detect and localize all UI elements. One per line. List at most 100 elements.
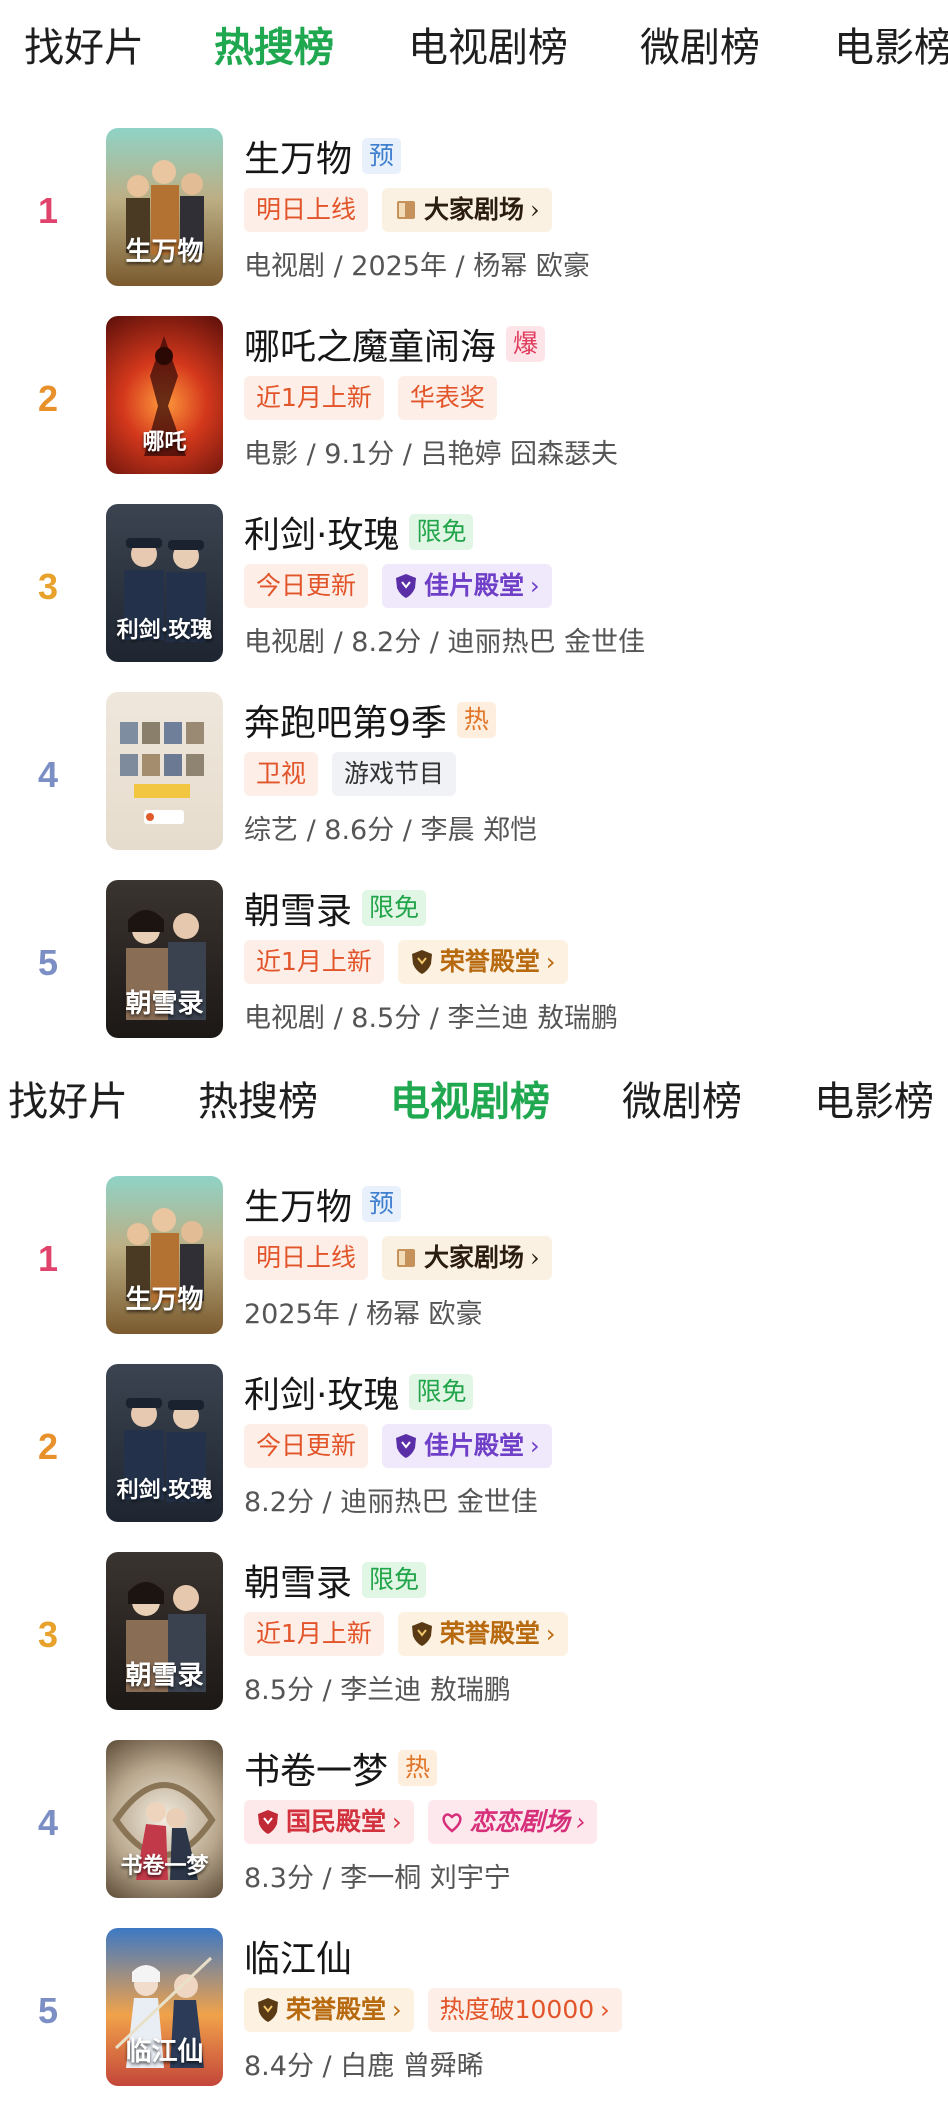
award-tag: 华表奖 [397,376,497,420]
item-title[interactable]: 临江仙 [244,1930,352,1982]
list-item[interactable]: 3 利剑·玫瑰 利剑·玫瑰 限免 今日更新 佳片殿堂 › 电视剧 / 8.2分 /… [0,504,948,692]
poster-caption: 书卷一梦 [120,1853,209,1879]
list-item[interactable]: 4 书卷一梦 书卷一梦 热 国民殿堂 › 恋恋剧场 › 8.3分 / 李一桐 刘宇宁 [0,1740,948,1928]
chevron-right-icon: › [530,1432,540,1460]
poster-image[interactable]: 利剑·玫瑰 [106,1364,223,1522]
theater-tag[interactable]: 荣誉殿堂 › [397,1612,568,1656]
poster-caption: 利剑·玫瑰 [116,1477,213,1503]
rank-number: 5 [37,1990,59,2031]
tab-bar: 找好片 热搜榜 电视剧榜 微剧榜 电影榜 [0,0,948,100]
status-badge: 限免 [362,890,427,926]
theater-tag[interactable]: 恋恋剧场 › [427,1800,598,1844]
tab-hot-search[interactable]: 热搜榜 [214,28,334,68]
rank-number: 2 [37,378,59,419]
status-badge: 预 [362,1186,402,1222]
tab-tv-series[interactable]: 电视剧榜 [408,28,568,68]
item-title[interactable]: 奔跑吧第9季 [244,694,447,746]
tag-label: 明日上线 [244,188,369,232]
poster-image[interactable]: 临江仙 [106,1928,223,2086]
theater-tag[interactable]: 佳片殿堂 › [382,1424,552,1468]
poster-image[interactable]: 书卷一梦 [106,1740,223,1898]
item-title[interactable]: 哪吒之魔童闹海 [244,318,496,370]
theater-tag[interactable]: 大家剧场 › [382,1236,552,1280]
list-item[interactable]: 5 朝雪录 朝雪录 限免 近1月上新 荣誉殿堂 › 电视剧 / 8.5分 / 李兰… [0,880,948,1068]
poster-image[interactable]: 哪吒 [106,316,223,474]
heat-tag[interactable]: 热度破10000 › [427,1988,622,2032]
rank-number: 1 [37,1238,59,1279]
item-meta: 电视剧 / 8.2分 / 迪丽热巴 金世佳 [244,627,646,658]
poster-image[interactable]: 生万物 [106,1176,223,1334]
chevron-right-icon: › [530,572,540,600]
item-title[interactable]: 朝雪录 [244,1554,352,1606]
status-badge: 限免 [409,1374,474,1410]
item-title[interactable]: 生万物 [244,1178,352,1230]
poster-image[interactable]: 生万物 [106,128,223,286]
poster-image[interactable]: 利剑·玫瑰 [106,504,223,662]
list-item[interactable]: 4 奔跑吧第9季 热 卫视 游戏节目 综艺 / 8.6分 / 李晨 郑恺 [0,692,948,880]
list-item[interactable]: 5 临江仙 临江仙 荣誉殿堂 › 热度破10000 › 8.4分 / 白鹿 曾舜晞 [0,1928,948,2116]
list-item[interactable]: 1 生万物 生万物 预 明日上线 大家剧场 › 2025年 / 杨幂 欧豪 [0,1176,948,1364]
tag-text: 恋恋剧场 [469,1807,570,1836]
tab-find-good[interactable]: 找好片 [8,1082,128,1122]
item-title[interactable]: 利剑·玫瑰 [244,1366,399,1418]
rank-number: 4 [37,754,59,795]
list-item[interactable]: 2 哪吒 哪吒之魔童闹海 爆 近1月上新 华表奖 电影 / 9.1分 / 吕艳婷… [0,316,948,504]
theater-tag[interactable]: 国民殿堂 › [244,1800,414,1844]
ranking-section-tv: 找好片 热搜榜 电视剧榜 微剧榜 电影榜 1 生万物 生万物 预 明日上线 大家… [0,1054,948,2086]
poster-image[interactable]: 朝雪录 [106,880,223,1038]
shield-icon [396,574,417,598]
ranking-section-hot: 找好片 热搜榜 电视剧榜 微剧榜 电影榜 1 生万物 生万物 预 明日上线 大家… [0,0,948,1038]
item-meta: 8.3分 / 李一桐 刘宇宁 [244,1863,511,1894]
list-item[interactable]: 2 利剑·玫瑰 利剑·玫瑰 限免 今日更新 佳片殿堂 › 8.2分 / 迪丽热巴 … [0,1364,948,1552]
poster-caption: 利剑·玫瑰 [116,617,213,643]
list-item[interactable]: 1 生万物 生万物 预 明日上线 大家剧场 › 电视剧 / 2025年 / 杨幂 … [0,128,948,316]
theater-tag[interactable]: 大家剧场 › [382,188,552,232]
tab-tv-series[interactable]: 电视剧榜 [390,1082,550,1122]
rank-number: 2 [37,1426,59,1467]
poster-caption: 生万物 [125,1285,204,1315]
theater-tag[interactable]: 荣誉殿堂 › [244,1988,414,2032]
rank-number: 3 [37,1614,59,1655]
item-title[interactable]: 朝雪录 [244,882,352,934]
poster-caption: 生万物 [125,237,204,267]
item-title[interactable]: 利剑·玫瑰 [244,506,399,558]
tag-text: 荣誉殿堂 [286,1995,387,2024]
theater-tag[interactable]: 佳片殿堂 › [382,564,552,608]
tab-hot-search[interactable]: 热搜榜 [198,1082,318,1122]
poster-image[interactable]: 朝雪录 [106,1552,223,1710]
tab-movie[interactable]: 电影榜 [834,28,948,68]
tab-movie[interactable]: 电影榜 [814,1082,934,1122]
theater-tag[interactable]: 荣誉殿堂 › [397,940,568,984]
item-meta: 2025年 / 杨幂 欧豪 [244,1299,483,1330]
tab-micro-drama[interactable]: 微剧榜 [640,28,760,68]
item-meta: 综艺 / 8.6分 / 李晨 郑恺 [244,815,538,846]
poster-caption: 朝雪录 [125,989,204,1019]
poster-caption: 临江仙 [125,2037,204,2067]
chevron-right-icon: › [392,1808,402,1836]
shield-icon [396,1434,417,1458]
tab-find-good[interactable]: 找好片 [24,28,144,68]
tag-text: 国民殿堂 [286,1807,387,1836]
shield-icon [258,1810,278,1834]
status-badge: 热 [398,1750,438,1786]
item-title[interactable]: 生万物 [244,130,352,182]
status-badge: 热 [456,702,496,738]
poster-image[interactable] [106,692,223,850]
item-title[interactable]: 书卷一梦 [244,1742,388,1794]
tag-label: 卫视 [244,752,319,796]
tag-text: 佳片殿堂 [424,1431,525,1460]
item-meta: 8.5分 / 李兰迪 敖瑞鹏 [244,1675,511,1706]
shield-icon [411,1622,432,1646]
chevron-right-icon: › [545,948,556,976]
tag-text: 佳片殿堂 [424,571,525,600]
status-badge: 限免 [362,1562,427,1598]
tag-text: 大家剧场 [424,1243,525,1272]
tag-label: 近1月上新 [244,376,384,420]
status-badge: 爆 [506,326,546,362]
item-meta: 8.2分 / 迪丽热巴 金世佳 [244,1487,538,1518]
chevron-right-icon: › [530,1244,540,1272]
rank-number: 5 [37,942,59,983]
chevron-right-icon: › [392,1996,402,2024]
tab-micro-drama[interactable]: 微剧榜 [622,1082,742,1122]
list-item[interactable]: 3 朝雪录 朝雪录 限免 近1月上新 荣誉殿堂 › 8.5分 / 李兰迪 敖瑞鹏 [0,1552,948,1740]
